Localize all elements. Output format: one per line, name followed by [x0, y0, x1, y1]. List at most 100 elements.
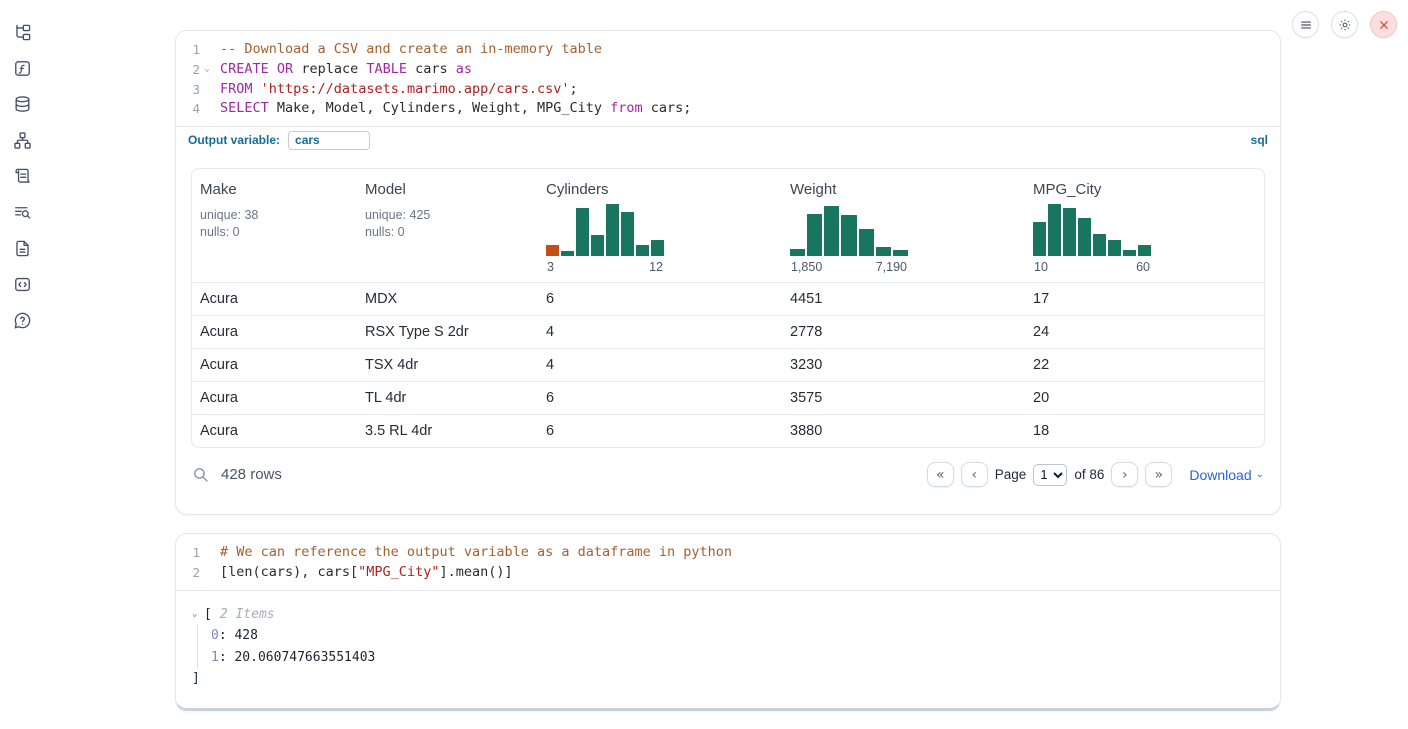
first-page-button[interactable]: «	[927, 462, 954, 487]
histogram-bar	[1048, 204, 1061, 256]
table-cell: 6	[538, 390, 782, 406]
histogram-axis-labels: 1060	[1033, 260, 1151, 274]
output-variable-label: Output variable:	[188, 133, 280, 147]
table-row[interactable]: Acura3.5 RL 4dr6388018	[192, 414, 1264, 447]
code-line: 2⌄CREATE OR replace TABLE cars as	[176, 60, 1280, 80]
sql-cell: 1 -- Download a CSV and create an in-memo…	[175, 30, 1281, 515]
snippets-icon[interactable]	[13, 275, 32, 294]
histogram-bar	[1078, 218, 1091, 256]
table-cell: 6	[538, 423, 782, 439]
tree-root-row: ⌄ [ 2 Items	[192, 604, 1264, 625]
function-icon[interactable]	[13, 59, 32, 78]
histogram-bar	[1108, 240, 1121, 256]
page-select[interactable]: 1	[1033, 464, 1067, 486]
python-code-editor[interactable]: 1# We can reference the output variable …	[176, 534, 1280, 590]
histogram-bar	[546, 245, 559, 256]
line-number: 3	[176, 80, 200, 100]
histogram-axis-labels: 1,8507,190	[790, 260, 908, 274]
search-icon[interactable]	[192, 466, 209, 483]
settings-button[interactable]	[1331, 11, 1358, 38]
table-row[interactable]: AcuraTL 4dr6357520	[192, 381, 1264, 414]
column-name[interactable]: Weight	[790, 181, 1017, 198]
tree-entry-index: 0	[211, 628, 219, 643]
menu-button[interactable]	[1292, 11, 1319, 38]
table-cell: 18	[1025, 423, 1264, 439]
histogram-bar	[859, 229, 874, 256]
table-cell: 24	[1025, 324, 1264, 340]
table-cell: 4	[538, 324, 782, 340]
histogram-bar	[1033, 222, 1046, 256]
database-icon[interactable]	[13, 95, 32, 114]
dependency-graph-icon[interactable]	[13, 131, 32, 150]
next-page-button[interactable]: ›	[1111, 462, 1138, 487]
code-line: 4 SELECT Make, Model, Cylinders, Weight, …	[176, 99, 1280, 119]
file-tree-icon[interactable]	[13, 23, 32, 42]
table-cell: Acura	[192, 357, 357, 373]
table-cell: Acura	[192, 390, 357, 406]
pagination: « ‹ Page 1 of 86 › » Download ⌄	[927, 462, 1264, 487]
code-line: 1-- Download a CSV and create an in-memo…	[176, 40, 1280, 60]
column-header-model: Modelunique: 425nulls: 0	[357, 169, 538, 282]
column-name[interactable]: MPG_City	[1033, 181, 1256, 198]
table-body: AcuraMDX6445117AcuraRSX Type S 2dr427782…	[192, 282, 1264, 447]
code-line: 1# We can reference the output variable …	[176, 543, 1280, 563]
histogram-bars	[1033, 204, 1151, 256]
language-badge: sql	[1251, 133, 1268, 147]
line-number: 4	[176, 99, 200, 119]
code-text: -- Download a CSV and create an in-memor…	[214, 40, 602, 60]
sql-code-editor[interactable]: 1-- Download a CSV and create an in-memo…	[176, 31, 1280, 126]
tree-entry: 1: 20.060747663551403	[211, 647, 1264, 669]
histogram-bar	[893, 250, 908, 256]
help-icon[interactable]	[13, 311, 32, 330]
table-cell: MDX	[357, 291, 538, 307]
table-row[interactable]: AcuraMDX6445117	[192, 282, 1264, 315]
histogram-bar	[876, 247, 891, 256]
histogram-bars	[546, 204, 664, 256]
download-button[interactable]: Download ⌄	[1189, 467, 1264, 483]
scratchpad-icon[interactable]	[13, 167, 32, 186]
fold-gutter	[200, 99, 214, 119]
tree-entry-value: : 20.060747663551403	[219, 650, 376, 665]
python-cell: 1# We can reference the output variable …	[175, 533, 1281, 711]
histogram-bar	[1123, 250, 1136, 256]
row-count-label: 428 rows	[221, 466, 282, 483]
table-row[interactable]: AcuraRSX Type S 2dr4277824	[192, 315, 1264, 348]
column-name[interactable]: Model	[365, 181, 530, 198]
chevron-down-icon: ⌄	[1256, 469, 1264, 480]
column-name[interactable]: Cylinders	[546, 181, 774, 198]
column-header-weight: Weight 1,8507,190	[782, 169, 1025, 282]
histogram-mpg_city: 1060	[1033, 204, 1151, 274]
last-page-button[interactable]: »	[1145, 462, 1172, 487]
histogram-axis-labels: 312	[546, 260, 664, 274]
histogram-bar	[591, 235, 604, 256]
histogram-bar	[636, 245, 649, 256]
document-icon[interactable]	[13, 239, 32, 258]
tree-entries: 0: 4281: 20.060747663551403	[197, 625, 1264, 669]
fold-chevron-icon[interactable]: ⌄	[200, 60, 214, 80]
code-text: SELECT Make, Model, Cylinders, Weight, M…	[214, 99, 691, 119]
result-table: Make unique: 38nulls: 0Modelunique: 425nu…	[191, 168, 1265, 448]
column-stats: unique: 38nulls: 0	[200, 207, 349, 240]
code-text: # We can reference the output variable a…	[214, 543, 732, 563]
table-cell: 20	[1025, 390, 1264, 406]
fold-gutter	[200, 80, 214, 100]
tree-entry: 0: 428	[211, 625, 1264, 647]
column-name[interactable]: Make	[200, 181, 349, 198]
table-row[interactable]: AcuraTSX 4dr4323022	[192, 348, 1264, 381]
prev-page-button[interactable]: ‹	[961, 462, 988, 487]
histogram-bar	[824, 206, 839, 256]
output-variable-input[interactable]	[288, 131, 370, 150]
table-cell: Acura	[192, 291, 357, 307]
histogram-bar	[790, 249, 805, 256]
collapse-chevron-icon[interactable]: ⌄	[192, 604, 204, 625]
histogram-bar	[1063, 208, 1076, 256]
shutdown-button[interactable]	[1370, 11, 1397, 38]
line-number: 2	[176, 563, 200, 583]
logs-search-icon[interactable]	[13, 203, 32, 222]
histogram-bars	[790, 204, 908, 256]
table-cell: TL 4dr	[357, 390, 538, 406]
tree-open-bracket: [	[204, 604, 212, 625]
code-line: 3FROM 'https://datasets.marimo.app/cars.…	[176, 80, 1280, 100]
histogram-bar	[621, 212, 634, 256]
histogram-bar	[807, 214, 822, 256]
